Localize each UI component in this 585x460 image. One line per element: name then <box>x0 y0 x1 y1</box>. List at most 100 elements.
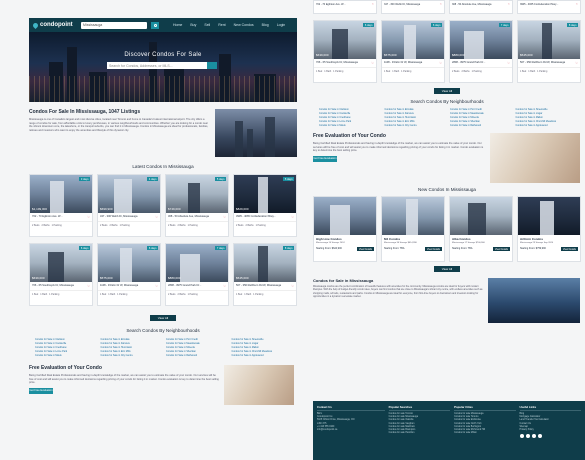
nav-link-sell[interactable]: Sell <box>204 23 210 27</box>
neighbourhood-link[interactable]: Condos for Sale in Erin Mills <box>101 350 161 353</box>
neighbourhood-link[interactable]: Condos for Sale in Meadowvale <box>450 112 510 115</box>
listing-card[interactable]: 5 days $829,000 3905 - 4065 Confederation… <box>233 174 297 237</box>
neighbourhood-link[interactable]: Condos for Sale in Lisgar <box>232 342 292 345</box>
neighbourhood-link[interactable]: Condos for Sale in Cooksville <box>35 342 95 345</box>
heart-icon[interactable]: ♡ <box>372 3 374 11</box>
view-all-button[interactable]: View All <box>150 315 176 321</box>
listing-card[interactable]: 6 days $639,000 706 - 65 Southwyck Dr, Mi… <box>29 243 93 306</box>
nav-search-input[interactable]: Mississauga <box>81 21 147 29</box>
footer-email[interactable]: info@condopoint.ca <box>317 429 385 432</box>
neighbourhood-link[interactable]: Condos for Sale in Lisgar <box>516 112 576 115</box>
heart-icon[interactable]: ♡ <box>507 61 510 65</box>
neighbourhood-link[interactable]: Condos for Sale in Erindale <box>101 338 161 341</box>
neighbourhood-link[interactable]: Condos for Sale in Rathwood <box>450 124 510 127</box>
neighbourhood-link[interactable]: Condos for Sale in Clarkson <box>319 108 379 111</box>
neighbourhood-link[interactable]: Condos for Sale in Mineola <box>450 116 510 119</box>
neighbourhood-link[interactable]: Condos for Sale in Clarkson <box>35 338 95 341</box>
nav-link-new-condos[interactable]: New Condos <box>234 23 254 27</box>
neighbourhood-link[interactable]: Condos for Sale in Mavis <box>35 354 95 357</box>
neighbourhood-link[interactable]: Condos for Sale in Applewood <box>232 354 292 357</box>
neighbourhood-link[interactable]: Condos for Sale in Creditview <box>319 116 379 119</box>
new-condo-card[interactable]: High Line Condos Mississauga 10 Storeys … <box>313 196 377 262</box>
view-details-button[interactable]: View Details <box>424 247 442 251</box>
neighbourhood-link[interactable]: Condos for Sale in Erin Mills <box>385 120 445 123</box>
site-logo[interactable]: condopoint <box>31 21 77 29</box>
neighbourhood-link[interactable]: Condos for Sale in City Centre <box>385 124 445 127</box>
neighbourhood-link[interactable]: Condos for Sale in Cooksville <box>319 112 379 115</box>
neighbourhood-link[interactable]: Condos for Sale in Fairview <box>101 342 161 345</box>
heart-icon[interactable]: ♡ <box>291 284 294 288</box>
neighbourhood-link[interactable]: Condos for Sale in Applewood <box>516 124 576 127</box>
new-condo-card[interactable]: Artform Condos Mississauga 23 Storeys Se… <box>517 196 581 262</box>
footer-link[interactable]: Privacy Policy <box>520 429 581 432</box>
neighbourhood-link[interactable]: Condos for Sale in Hurontario <box>101 346 161 349</box>
listing-card-footer[interactable]: 702 - 70 Eglinton Ave. W... ♡ <box>313 0 377 14</box>
view-details-button[interactable]: View Details <box>492 247 510 251</box>
heart-icon[interactable]: ♡ <box>223 215 226 219</box>
neighbourhood-link[interactable]: Condos for Sale in Fairview <box>385 112 445 115</box>
view-details-button[interactable]: View Details <box>560 247 578 251</box>
nav-link-login[interactable]: Login <box>277 23 286 27</box>
listing-card[interactable]: 5 days $749,000 308 - 50 Absolute Ave, Mi… <box>165 174 229 237</box>
neighbourhood-link[interactable]: Condos for Sale in Streetsville <box>516 108 576 111</box>
view-all-button[interactable]: View All <box>434 88 460 94</box>
footer-link[interactable]: Condos for sale Milton <box>454 432 515 435</box>
nav-link-buy[interactable]: Buy <box>190 23 196 27</box>
neighbourhood-link[interactable]: Condos for Sale in Port Credit <box>166 338 226 341</box>
hero-search-button[interactable] <box>207 62 217 69</box>
new-condo-card[interactable]: M4 Condos Mississauga 36 Storeys $614,99… <box>381 196 445 262</box>
listing-card[interactable]: 8 days $545,000 507 - 350 Rathburn Rd W, … <box>517 20 581 83</box>
listing-card-footer[interactable]: 3905 - 4065 Confederation Pkwy... ♡ <box>517 0 581 14</box>
heart-icon[interactable]: ♡ <box>155 215 158 219</box>
linkedin-icon[interactable] <box>537 434 542 439</box>
neighbourhood-link[interactable]: Condos for Sale in Malton <box>516 116 576 119</box>
neighbourhood-link[interactable]: Condos for Sale in Mavis <box>319 124 379 127</box>
heart-icon[interactable]: ♡ <box>155 284 158 288</box>
neighbourhood-link[interactable]: Condos for Sale in Malton <box>232 346 292 349</box>
new-condo-card[interactable]: Alba Condos Mississauga 17 Storeys $700,… <box>449 196 513 262</box>
neighbourhood-link[interactable]: Condos for Sale in Sheridan <box>166 350 226 353</box>
neighbourhood-link[interactable]: Condos for Sale in Sheridan <box>450 120 510 123</box>
heart-icon[interactable]: ♡ <box>87 284 90 288</box>
heart-icon[interactable]: ♡ <box>291 215 294 219</box>
free-evaluation-button[interactable]: Get Free Evaluation <box>313 155 337 162</box>
listing-card[interactable]: 3 days $1,199,000 702 - 70 Eglinton Ave. … <box>29 174 93 237</box>
nav-link-rent[interactable]: Rent <box>218 23 225 27</box>
neighbourhood-link[interactable]: Condos for Sale in City Centre <box>101 354 161 357</box>
neighbourhood-link[interactable]: Condos for Sale in Lorne Park <box>35 350 95 353</box>
twitter-icon[interactable] <box>531 434 536 439</box>
neighbourhood-link[interactable]: Condos for Sale in Churchill Meadows <box>232 350 292 353</box>
listing-card[interactable]: 7 days $880,000 2808 - 3975 Grand Park Dr… <box>165 243 229 306</box>
view-all-button[interactable]: View All <box>434 266 460 272</box>
neighbourhood-link[interactable]: Condos for Sale in Creditview <box>35 346 95 349</box>
neighbourhood-link[interactable]: Condos for Sale in Port Credit <box>450 108 510 111</box>
listing-card-footer[interactable]: 308 - 50 Absolute Ave, Mississauga ♡ <box>449 0 513 14</box>
neighbourhood-link[interactable]: Condos for Sale in Meadowvale <box>166 342 226 345</box>
listing-card[interactable]: 7 days $880,000 2808 - 3975 Grand Park Dr… <box>449 20 513 83</box>
neighbourhood-link[interactable]: Condos for Sale in Hurontario <box>385 116 445 119</box>
nav-link-blog[interactable]: Blog <box>262 23 269 27</box>
heart-icon[interactable]: ♡ <box>575 61 578 65</box>
heart-icon[interactable]: ♡ <box>440 3 442 11</box>
free-evaluation-button[interactable]: Get Free Evaluation <box>29 387 53 394</box>
heart-icon[interactable]: ♡ <box>87 215 90 219</box>
listing-card-footer[interactable]: 347 - 300 Webb Dr, Mississauga ♡ <box>381 0 445 14</box>
instagram-icon[interactable] <box>525 434 530 439</box>
facebook-icon[interactable] <box>519 434 524 439</box>
view-details-button[interactable]: View Details <box>356 247 374 251</box>
neighbourhood-link[interactable]: Condos for Sale in Mineola <box>166 346 226 349</box>
nav-link-home[interactable]: Home <box>173 23 182 27</box>
neighbourhood-link[interactable]: Condos for Sale in Streetsville <box>232 338 292 341</box>
listing-card[interactable]: 6 days $575,000 1108 - 33 Elm Dr W, Missi… <box>381 20 445 83</box>
heart-icon[interactable]: ♡ <box>223 284 226 288</box>
neighbourhood-link[interactable]: Condos for Sale in Erindale <box>385 108 445 111</box>
neighbourhood-link[interactable]: Condos for Sale in Churchill Meadows <box>516 120 576 123</box>
neighbourhood-link[interactable]: Condos for Sale in Lorne Park <box>319 120 379 123</box>
hero-search-input[interactable]: Search for Condos, Addresses, or MLS... <box>107 62 217 69</box>
listing-card[interactable]: 8 days $545,000 507 - 350 Rathburn Rd W, … <box>233 243 297 306</box>
heart-icon[interactable]: ♡ <box>439 61 442 65</box>
footer-link[interactable]: Condos for sale Hamilton <box>389 432 450 435</box>
listing-card[interactable]: 6 days $575,000 1108 - 33 Elm Dr W, Missi… <box>97 243 161 306</box>
heart-icon[interactable]: ♡ <box>508 3 510 11</box>
listing-card[interactable]: 4 days $699,900 347 - 300 Webb Dr, Missis… <box>97 174 161 237</box>
